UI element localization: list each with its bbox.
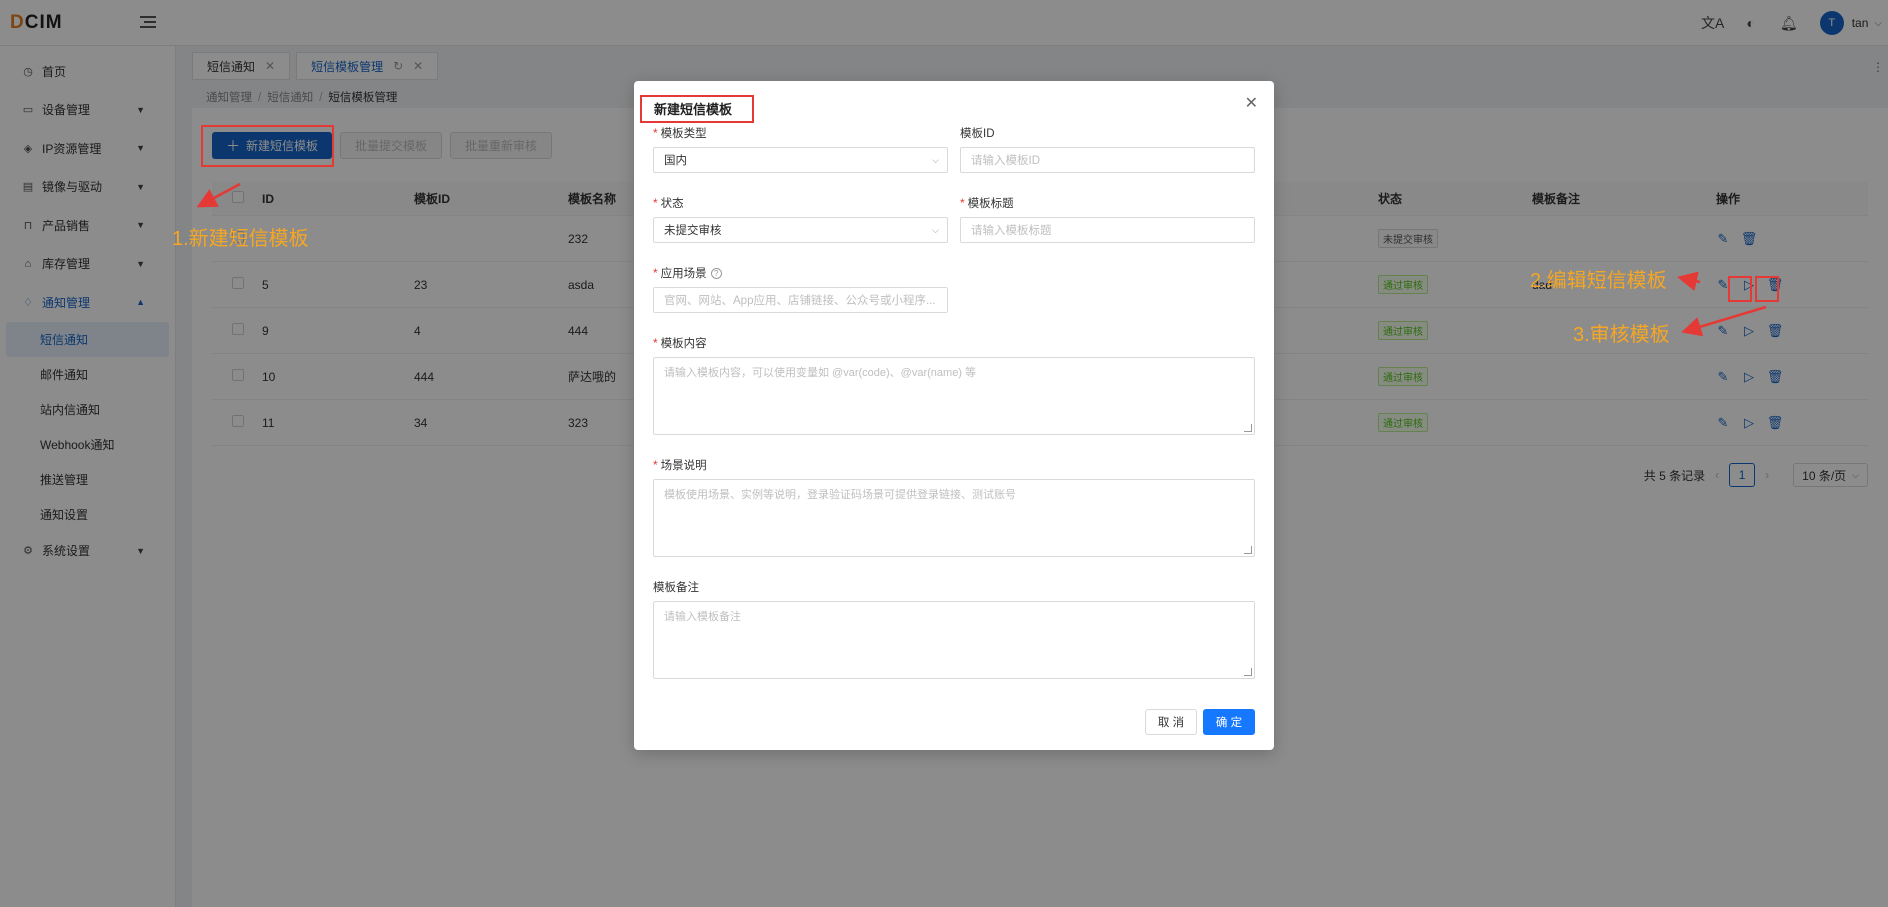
- template-title-input[interactable]: 请输入模板标题: [960, 217, 1255, 243]
- chevron-down-icon: ⌵: [932, 154, 939, 165]
- annotation-step3: 3.审核模板: [1573, 324, 1670, 346]
- status-field: * 状态 未提交审核 ⌵: [653, 195, 948, 243]
- annotation-step1: 1.新建短信模板: [172, 228, 309, 250]
- highlight-box-dialog-title: [640, 95, 754, 123]
- template-content-textarea[interactable]: 请输入模板内容，可以使用变量如 @var(code)、@var(name) 等: [653, 357, 1255, 435]
- resize-handle-icon[interactable]: [1244, 424, 1252, 432]
- highlight-box-review: [1755, 276, 1779, 302]
- scene-description-textarea[interactable]: 模板使用场景、实例等说明，登录验证码场景可提供登录链接、测试账号: [653, 479, 1255, 557]
- highlight-box-create: [201, 125, 334, 167]
- help-icon[interactable]: ?: [710, 267, 722, 279]
- resize-handle-icon[interactable]: [1244, 668, 1252, 676]
- type-field: * 模板类型 国内 ⌵: [653, 125, 948, 173]
- chevron-down-icon: ⌵: [932, 224, 939, 235]
- highlight-box-edit: [1728, 276, 1752, 302]
- desc-field: * 场景说明 模板使用场景、实例等说明，登录验证码场景可提供登录链接、测试账号: [653, 457, 1255, 557]
- close-icon[interactable]: ✕: [1245, 93, 1258, 113]
- annotation-step2: 2.编辑短信模板: [1530, 270, 1667, 292]
- resize-handle-icon[interactable]: [1244, 546, 1252, 554]
- remark-field: 模板备注 请输入模板备注: [653, 579, 1255, 679]
- cancel-button[interactable]: 取 消: [1145, 709, 1197, 735]
- content-field: * 模板内容 请输入模板内容，可以使用变量如 @var(code)、@var(na…: [653, 335, 1255, 435]
- tid-field: 模板ID 请输入模板ID: [960, 125, 1255, 173]
- scene-field: * 应用场景? 官网、网站、App应用、店铺链接、公众号或小程序...: [653, 265, 948, 313]
- create-template-dialog: 新建短信模板 ✕ * 模板类型 国内 ⌵ 模板ID 请输入模板ID * 状态 未提交审…: [634, 81, 1274, 750]
- scene-input[interactable]: 官网、网站、App应用、店铺链接、公众号或小程序...: [653, 287, 948, 313]
- confirm-button[interactable]: 确 定: [1203, 709, 1255, 735]
- template-remark-textarea[interactable]: 请输入模板备注: [653, 601, 1255, 679]
- template-type-select[interactable]: 国内 ⌵: [653, 147, 948, 173]
- title-field: * 模板标题 请输入模板标题: [960, 195, 1255, 243]
- template-id-input[interactable]: 请输入模板ID: [960, 147, 1255, 173]
- status-select[interactable]: 未提交审核 ⌵: [653, 217, 948, 243]
